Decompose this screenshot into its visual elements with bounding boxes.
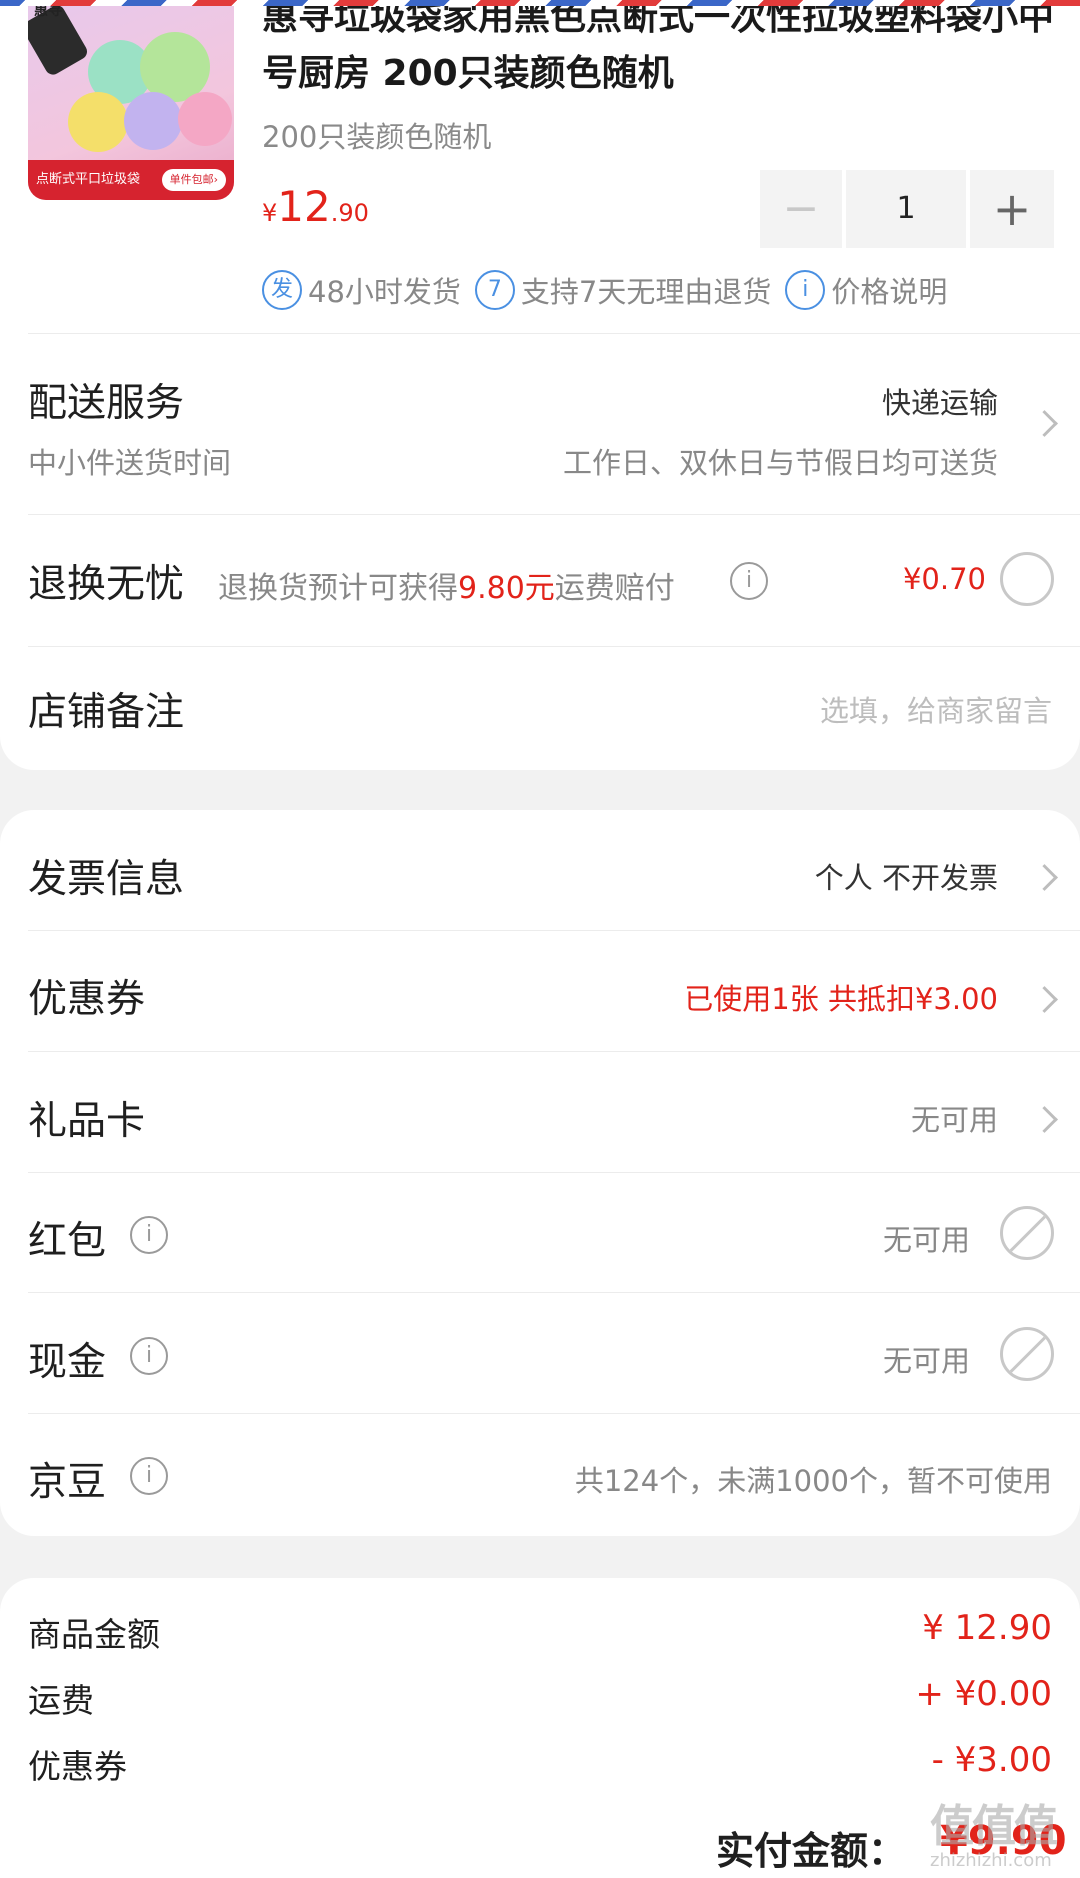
tag-return: 7 支持7天无理由退货: [474, 269, 772, 311]
gift-card-label: 礼品卡: [28, 1099, 146, 1144]
product-spec: 200只装颜色随机: [262, 120, 492, 154]
divider: [28, 646, 1080, 647]
divider: [28, 1172, 1080, 1173]
store-note-label: 店铺备注: [28, 690, 185, 735]
cash-value: 无可用: [882, 1344, 970, 1378]
product-image-banner: 点断式平口垃圾袋 单件包邮›: [28, 160, 234, 200]
summary-shipping-value: + ¥0.00: [915, 1674, 1052, 1714]
product-image-pill: 单件包邮›: [161, 169, 226, 191]
tag-price-info[interactable]: i 价格说明: [785, 269, 947, 311]
summary-goods-label: 商品金额: [28, 1615, 160, 1654]
disabled-icon: [1000, 1327, 1054, 1381]
coupon-label: 优惠券: [28, 977, 146, 1022]
tag-return-label: 支持7天无理由退货: [520, 275, 772, 309]
seven-day-icon: 7: [474, 270, 515, 310]
return-service-desc: 退换货预计可获得9.80元运费赔付: [218, 563, 675, 607]
jingdou-value: 共124个，未满1000个，暂不可使用: [574, 1464, 1052, 1498]
increase-quantity-button[interactable]: +: [970, 170, 1054, 248]
summary-shipping-label: 运费: [28, 1681, 94, 1720]
invoice-value: 个人 不开发票: [814, 861, 998, 895]
delivery-value: 快递运输: [881, 386, 998, 420]
divider: [28, 1292, 1080, 1293]
order-summary-card: [0, 1578, 1080, 1878]
summary-coupon-label: 优惠券: [28, 1747, 127, 1786]
product-image-roll: [124, 92, 182, 150]
info-icon[interactable]: i: [130, 1457, 168, 1495]
decrease-quantity-button[interactable]: −: [760, 170, 842, 248]
watermark-logo: 值值值: [930, 1801, 1058, 1852]
disabled-icon: [1000, 1206, 1054, 1260]
tag-shipping-label: 48小时发货: [308, 275, 461, 309]
product-image-banner-text: 点断式平口垃圾袋: [36, 172, 141, 187]
summary-coupon-value: - ¥3.00: [931, 1740, 1052, 1780]
info-icon: i: [785, 270, 826, 310]
quantity-stepper: − 1 +: [760, 170, 1054, 248]
coupon-value: 已使用1张 共抵扣¥3.00: [684, 982, 998, 1016]
chevron-right-icon: [1031, 864, 1058, 891]
delivery-sub-value: 工作日、双休日与节假日均可送货: [562, 446, 998, 480]
return-service-label: 退换无忧: [28, 562, 185, 607]
price-integer: 12: [277, 182, 331, 231]
divider: [28, 514, 1080, 515]
ship-icon: 发: [262, 270, 302, 310]
divider: [28, 1413, 1080, 1414]
tag-price-info-label: 价格说明: [831, 275, 948, 309]
store-note-input[interactable]: 选填，给商家留言: [820, 688, 1052, 730]
divider: [28, 1051, 1080, 1052]
divider: [28, 930, 1080, 931]
watermark-url: zhizhizhi.com: [930, 1850, 1052, 1871]
chevron-right-icon: [1031, 1106, 1058, 1133]
return-desc-amount: 9.80元: [458, 571, 555, 606]
invoice-label: 发票信息: [28, 857, 185, 902]
payment-options-card: 发票信息 个人 不开发票 优惠券 已使用1张 共抵扣¥3.00 礼品卡 无可用 …: [0, 810, 1080, 1536]
chevron-right-icon: [1031, 410, 1058, 437]
product-image-roll: [178, 92, 232, 146]
cash-label: 现金: [28, 1340, 107, 1385]
info-icon[interactable]: i: [130, 1337, 168, 1375]
product-image[interactable]: 惠寻 点断式平口垃圾袋 单件包邮›: [28, 0, 234, 200]
total-label: 实付金额：: [716, 1829, 907, 1873]
return-service-radio[interactable]: [1000, 552, 1054, 606]
price-decimal: .90: [330, 199, 369, 227]
jingdou-label: 京豆: [28, 1460, 107, 1505]
airmail-stripe: [0, 0, 1080, 6]
return-desc-suffix: 运费赔付: [554, 571, 675, 606]
product-image-roll: [68, 92, 128, 152]
quantity-value[interactable]: 1: [846, 170, 966, 248]
info-icon[interactable]: i: [730, 562, 768, 600]
tag-shipping: 发 48小时发货: [262, 269, 461, 311]
delivery-sub-label: 中小件送货时间: [28, 446, 232, 480]
product-price: ¥12.90: [262, 182, 369, 231]
service-tags: 发 48小时发货 7 支持7天无理由退货 i 价格说明: [262, 268, 961, 312]
red-packet-value: 无可用: [882, 1223, 970, 1257]
divider: [28, 333, 1080, 334]
return-service-price: ¥0.70: [902, 562, 986, 596]
gift-card-value: 无可用: [910, 1103, 998, 1137]
summary-goods-value: ¥ 12.90: [922, 1608, 1052, 1648]
product-card: 惠寻 点断式平口垃圾袋 单件包邮› 惠寻垃圾袋家用黑色点断式一次性拉圾塑料袋小中…: [0, 0, 1080, 770]
delivery-label: 配送服务: [28, 381, 185, 426]
red-packet-label: 红包: [28, 1219, 107, 1264]
product-title[interactable]: 惠寻垃圾袋家用黑色点断式一次性拉圾塑料袋小中号厨房 200只装颜色随机: [262, 0, 1062, 102]
return-desc-prefix: 退换货预计可获得: [218, 571, 458, 606]
chevron-right-icon: [1031, 986, 1058, 1013]
info-icon[interactable]: i: [130, 1216, 168, 1254]
price-currency: ¥: [262, 199, 278, 227]
